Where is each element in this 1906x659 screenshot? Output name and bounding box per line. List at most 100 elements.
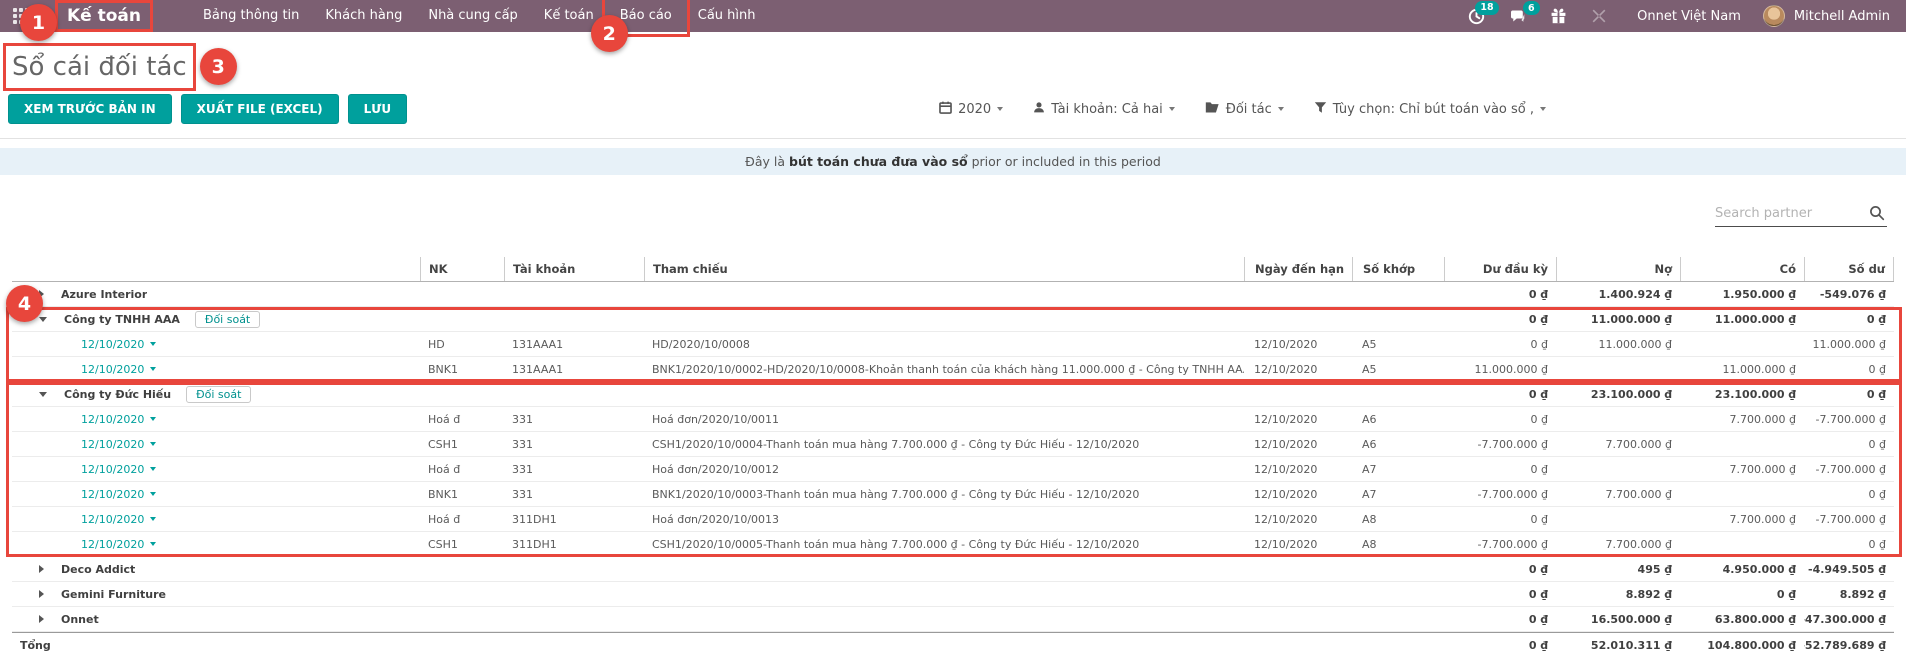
cell-matching: A7 bbox=[1352, 482, 1444, 506]
cell-due-date: 12/10/2020 bbox=[1244, 532, 1352, 556]
cell-ref: BNK1/2020/10/0003-Thanh toán mua hàng 7.… bbox=[644, 482, 1244, 506]
column-header-due[interactable]: Ngày đến hạn bbox=[1244, 257, 1352, 281]
entry-date-link[interactable]: 12/10/2020 bbox=[81, 338, 156, 351]
nav-menu-item-nhà-cung-cấp[interactable]: Nhà cung cấp bbox=[415, 0, 530, 32]
cell-credit bbox=[1680, 332, 1804, 356]
cell-account: 331 bbox=[504, 432, 644, 456]
cell-credit: 11.000.000 ₫ bbox=[1680, 357, 1804, 381]
cell-main: 12/10/2020 bbox=[12, 432, 420, 456]
user-name[interactable]: Mitchell Admin bbox=[1794, 9, 1890, 24]
cell-due-date: 12/10/2020 bbox=[1244, 457, 1352, 481]
cell-matching bbox=[1352, 307, 1444, 331]
filter-funnel[interactable]: Tùy chọn: Chỉ bút toán vào sổ , bbox=[1314, 101, 1546, 118]
ledger-line-row: 12/10/2020HD131AAA1HD/2020/10/000812/10/… bbox=[12, 332, 1894, 357]
cell-account: 331 bbox=[504, 407, 644, 431]
search-partner-input[interactable] bbox=[1715, 201, 1863, 225]
cell-account: 331 bbox=[504, 457, 644, 481]
filter-folder[interactable]: Đối tác bbox=[1205, 101, 1284, 118]
cell-ref: CSH1/2020/10/0005-Thanh toán mua hàng 7.… bbox=[644, 532, 1244, 556]
cell-account: 331 bbox=[504, 482, 644, 506]
filter-label: Tùy chọn: Chỉ bút toán vào sổ , bbox=[1333, 102, 1534, 117]
cell-balance: 11.000.000 ₫ bbox=[1804, 332, 1894, 356]
cell-credit bbox=[1680, 432, 1804, 456]
nav-menu-item-báo-cáo[interactable]: Báo cáo2 bbox=[607, 0, 685, 32]
action-button-l-u[interactable]: LƯU bbox=[348, 94, 407, 124]
cell-balance: -7.700.000 ₫ bbox=[1804, 507, 1894, 531]
cell-debit: 7.700.000 ₫ bbox=[1556, 532, 1680, 556]
collapse-toggle-icon[interactable] bbox=[39, 392, 47, 397]
entry-date: 12/10/2020 bbox=[81, 488, 144, 501]
partner-name: Azure Interior bbox=[61, 288, 147, 301]
nav-menu-item-cấu-hình[interactable]: Cấu hình bbox=[685, 0, 769, 32]
cell-account bbox=[504, 633, 644, 657]
entry-date-link[interactable]: 12/10/2020 bbox=[81, 513, 156, 526]
entry-date: 12/10/2020 bbox=[81, 513, 144, 526]
caret-down-icon bbox=[150, 517, 156, 521]
filter-calendar[interactable]: 2020 bbox=[939, 101, 1003, 118]
cell-opening: 0 ₫ bbox=[1444, 332, 1556, 356]
cell-debit: 52.010.311 ₫ bbox=[1556, 633, 1680, 657]
cell-due-date: 12/10/2020 bbox=[1244, 357, 1352, 381]
entry-date-link[interactable]: 12/10/2020 bbox=[81, 363, 156, 376]
entry-date-link[interactable]: 12/10/2020 bbox=[81, 538, 156, 551]
cell-ref: Hoá đơn/2020/10/0011 bbox=[644, 407, 1244, 431]
column-header-ref[interactable]: Tham chiếu bbox=[644, 257, 1244, 281]
cell-ref bbox=[644, 307, 1244, 331]
reconcile-button[interactable]: Đối soát bbox=[195, 311, 260, 328]
nav-menu-item-khách-hàng[interactable]: Khách hàng bbox=[312, 0, 415, 32]
entry-date: 12/10/2020 bbox=[81, 538, 144, 551]
nav-menu: Bảng thông tinKhách hàngNhà cung cấpKế t… bbox=[190, 0, 769, 32]
info-bar-text: Đây là bbox=[745, 154, 789, 169]
cell-journal bbox=[420, 557, 504, 581]
expand-toggle-icon[interactable] bbox=[39, 590, 44, 598]
cell-credit bbox=[1680, 482, 1804, 506]
user-avatar[interactable] bbox=[1763, 5, 1785, 27]
column-header-account[interactable]: Tài khoản bbox=[504, 257, 644, 281]
messages-icon[interactable]: 6 bbox=[1509, 8, 1526, 24]
expand-toggle-icon[interactable] bbox=[39, 615, 44, 623]
action-button-xu-t-file-excel-[interactable]: XUẤT FILE (EXCEL) bbox=[181, 94, 339, 124]
entry-date-link[interactable]: 12/10/2020 bbox=[81, 413, 156, 426]
collapse-toggle-icon[interactable] bbox=[39, 317, 47, 322]
entry-date-link[interactable]: 12/10/2020 bbox=[81, 463, 156, 476]
partner-name: Công ty TNHH AAA bbox=[64, 313, 180, 326]
ledger-line-row: 12/10/2020BNK1331BNK1/2020/10/0003-Thanh… bbox=[12, 482, 1894, 507]
filter-user[interactable]: Tài khoản: Cả hai bbox=[1033, 101, 1175, 118]
column-header-match[interactable]: Số khớp bbox=[1352, 257, 1444, 281]
tools-icon[interactable] bbox=[1591, 8, 1607, 24]
cell-ref bbox=[644, 607, 1244, 631]
cell-balance: 0 ₫ bbox=[1804, 382, 1894, 406]
cell-balance: 0 ₫ bbox=[1804, 307, 1894, 331]
search-icon[interactable] bbox=[1869, 205, 1885, 221]
cell-main: Công ty TNHH AAA Đối soát bbox=[12, 307, 420, 331]
control-panel: Sổ cái đối tác3 XEM TRƯỚC BẢN INXUẤT FIL… bbox=[0, 32, 1906, 139]
entry-date-link[interactable]: 12/10/2020 bbox=[81, 488, 156, 501]
cell-debit bbox=[1556, 357, 1680, 381]
reconcile-button[interactable]: Đối soát bbox=[186, 386, 251, 403]
cell-opening: 0 ₫ bbox=[1444, 607, 1556, 631]
nav-menu-item-bảng-thông-tin[interactable]: Bảng thông tin bbox=[190, 0, 312, 32]
cell-balance: -7.700.000 ₫ bbox=[1804, 407, 1894, 431]
app-brand[interactable]: Kế toán bbox=[60, 5, 148, 27]
partner-row: Gemini Furniture0 ₫8.892 ₫0 ₫8.892 ₫ bbox=[12, 582, 1894, 607]
action-button-xem-tr-c-b-n-in[interactable]: XEM TRƯỚC BẢN IN bbox=[8, 94, 172, 124]
cell-account: 311DH1 bbox=[504, 507, 644, 531]
entry-date-link[interactable]: 12/10/2020 bbox=[81, 438, 156, 451]
gift-icon[interactable] bbox=[1550, 8, 1567, 25]
cell-credit: 11.000.000 ₫ bbox=[1680, 307, 1804, 331]
search-partner-box[interactable] bbox=[1715, 201, 1887, 227]
column-header-journal[interactable]: NK bbox=[420, 257, 504, 281]
cell-due-date: 12/10/2020 bbox=[1244, 407, 1352, 431]
column-header-credit[interactable]: Có bbox=[1680, 257, 1804, 281]
cell-matching bbox=[1352, 633, 1444, 657]
company-name[interactable]: Onnet Việt Nam bbox=[1637, 9, 1741, 24]
column-header-balance[interactable]: Số dư bbox=[1804, 257, 1894, 281]
activities-icon[interactable]: 18 bbox=[1468, 8, 1485, 25]
column-header-opening[interactable]: Dư đầu kỳ bbox=[1444, 257, 1556, 281]
info-bar-bold-text: bút toán chưa đưa vào sổ bbox=[789, 154, 968, 169]
filter-label: 2020 bbox=[958, 102, 991, 117]
expand-toggle-icon[interactable] bbox=[39, 565, 44, 573]
caret-down-icon bbox=[150, 342, 156, 346]
cell-opening: 0 ₫ bbox=[1444, 382, 1556, 406]
column-header-debit[interactable]: Nợ bbox=[1556, 257, 1680, 281]
